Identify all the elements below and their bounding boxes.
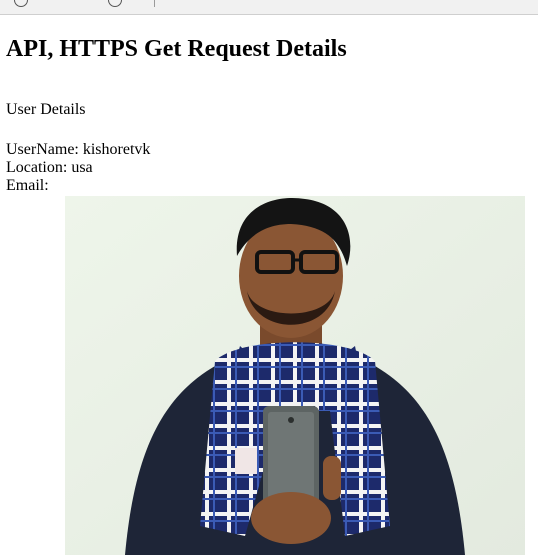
- info-icon[interactable]: [108, 0, 122, 7]
- section-heading: User Details: [6, 101, 86, 118]
- location-value: usa: [71, 159, 93, 176]
- page-title: API, HTTPS Get Request Details: [6, 36, 347, 62]
- location-label: Location:: [6, 159, 68, 176]
- username-label: UserName:: [6, 141, 79, 158]
- username-row: UserName: kishoretvk: [6, 141, 150, 159]
- email-row: Email:: [6, 177, 49, 195]
- toolbar-separator: [154, 0, 155, 7]
- avatar-image: [65, 196, 525, 555]
- location-row: Location: usa: [6, 159, 93, 177]
- back-button-icon[interactable]: [14, 0, 28, 7]
- browser-toolbar-strip: [0, 0, 538, 15]
- email-label: Email:: [6, 177, 49, 194]
- username-value: kishoretvk: [82, 141, 151, 158]
